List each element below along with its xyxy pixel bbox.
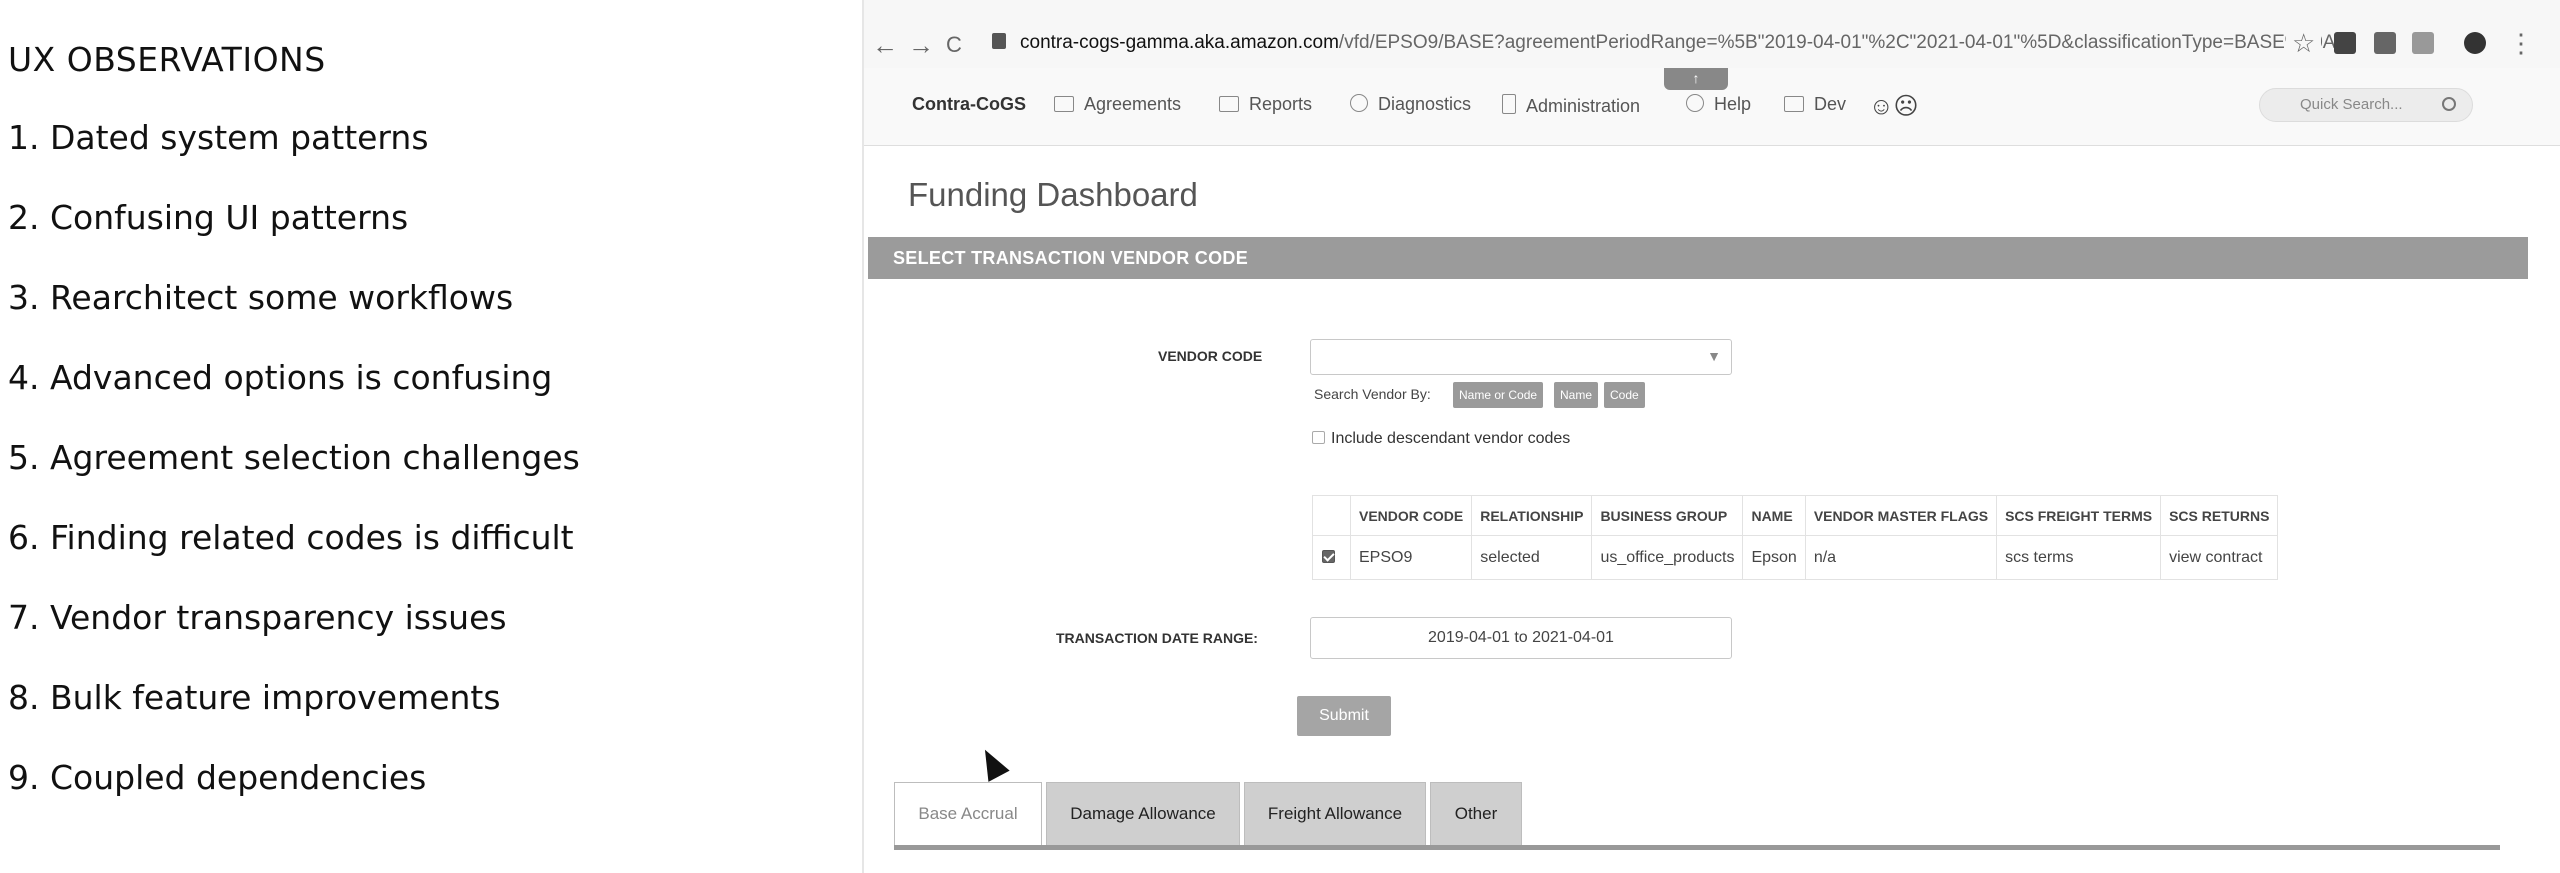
vendor-code-select[interactable]: ▼ xyxy=(1310,339,1732,375)
date-range-input[interactable]: 2019-04-01 to 2021-04-01 xyxy=(1310,617,1732,659)
table-header-row: VENDOR CODE RELATIONSHIP BUSINESS GROUP … xyxy=(1312,495,2279,536)
observation-item: 5. Agreement selection challenges xyxy=(8,438,580,477)
help-icon xyxy=(1686,94,1704,112)
observation-item: 7. Vendor transparency issues xyxy=(8,598,507,637)
column-header[interactable]: VENDOR CODE xyxy=(1349,495,1473,536)
url-path: /vfd/EPSO9/BASE?agreementPeriodRange=%5B… xyxy=(1338,32,2352,53)
bookmark-star-icon[interactable]: ☆ xyxy=(2286,28,2322,58)
forward-button[interactable]: → xyxy=(908,30,934,60)
tab-base-accrual[interactable]: Base Accrual xyxy=(894,782,1042,846)
submit-button[interactable]: Submit xyxy=(1297,696,1391,736)
tab-other[interactable]: Other xyxy=(1430,782,1522,846)
reports-icon xyxy=(1219,96,1239,112)
feedback-icons[interactable]: ☺☹ xyxy=(1869,92,1919,121)
observation-item: 2. Confusing UI patterns xyxy=(8,198,409,237)
nav-label: Dev xyxy=(1814,94,1847,114)
row-select-cell[interactable] xyxy=(1312,535,1351,580)
search-placeholder: Quick Search... xyxy=(2300,96,2403,113)
search-by-code-button[interactable]: Code xyxy=(1604,382,1645,408)
include-descendants-checkbox[interactable] xyxy=(1312,431,1325,444)
app-nav-bar: ↑ Contra-CoGS Agreements Reports Diagnos… xyxy=(864,68,2560,146)
include-descendants-label: Include descendant vendor codes xyxy=(1331,430,1571,447)
nav-administration[interactable]: Administration xyxy=(1502,94,1640,117)
table-cell: selected xyxy=(1471,535,1593,580)
url-domain: contra-cogs-gamma.aka.amazon.com xyxy=(1020,32,1339,53)
mouse-cursor-icon xyxy=(974,744,1010,782)
profile-icon[interactable] xyxy=(2464,32,2486,54)
search-by-name-button[interactable]: Name xyxy=(1554,382,1599,408)
nav-label: Reports xyxy=(1249,94,1313,114)
document-icon xyxy=(1054,96,1074,112)
ux-observations-panel: UX OBSERVATIONS 1. Dated system patterns… xyxy=(8,36,828,834)
table-cell: n/a xyxy=(1804,535,1998,580)
vendor-code-label: VENDOR CODE xyxy=(1158,348,1263,364)
observation-item: 9. Coupled dependencies xyxy=(8,758,427,797)
observation-item: 3. Rearchitect some workflows xyxy=(8,278,514,317)
table-row[interactable]: EPSO9 selected us_office_products Epson … xyxy=(1312,535,2279,580)
search-icon xyxy=(2442,97,2456,111)
table-cell: EPSO9 xyxy=(1349,535,1473,580)
table-cell: scs terms xyxy=(1996,535,2162,580)
column-header[interactable]: NAME xyxy=(1742,495,1806,536)
extension-icon[interactable] xyxy=(2374,32,2396,54)
clipboard-icon xyxy=(1502,94,1516,114)
chevron-down-icon: ▼ xyxy=(1707,348,1721,364)
page-title: Funding Dashboard xyxy=(908,176,1198,213)
column-header[interactable]: BUSINESS GROUP xyxy=(1591,495,1744,536)
column-header[interactable]: RELATIONSHIP xyxy=(1471,495,1593,536)
browser-menu-icon[interactable]: ⋮ xyxy=(2508,28,2534,58)
nav-label: Diagnostics xyxy=(1378,94,1472,114)
nav-label: Help xyxy=(1714,94,1752,114)
nav-label: Agreements xyxy=(1084,94,1182,114)
nav-help[interactable]: Help xyxy=(1686,94,1751,115)
nav-label: Administration xyxy=(1526,96,1641,116)
nav-diagnostics[interactable]: Diagnostics xyxy=(1350,94,1471,115)
observation-item: 8. Bulk feature improvements xyxy=(8,678,501,717)
observation-item: 4. Advanced options is confusing xyxy=(8,358,553,397)
include-descendants-option[interactable]: Include descendant vendor codes xyxy=(1312,430,1570,448)
address-bar[interactable]: contra-cogs-gamma.aka.amazon.com/vfd/EPS… xyxy=(992,28,2560,58)
extension-icon[interactable] xyxy=(2334,32,2356,54)
extension-icon[interactable] xyxy=(2412,32,2434,54)
nav-agreements[interactable]: Agreements xyxy=(1054,94,1181,115)
stethoscope-icon xyxy=(1350,94,1368,112)
column-header-select xyxy=(1312,495,1351,536)
table-cell: Epson xyxy=(1742,535,1806,580)
tab-underline-divider xyxy=(894,845,2500,850)
nav-reports[interactable]: Reports xyxy=(1219,94,1312,115)
vendor-table: VENDOR CODE RELATIONSHIP BUSINESS GROUP … xyxy=(1312,495,2279,580)
row-checkbox[interactable] xyxy=(1322,549,1335,563)
observations-title: UX OBSERVATIONS xyxy=(8,40,326,79)
observation-item: 6. Finding related codes is difficult xyxy=(8,518,574,557)
back-button[interactable]: ← xyxy=(872,30,898,60)
browser-window: ← → C contra-cogs-gamma.aka.amazon.com/v… xyxy=(862,0,2560,873)
view-contract-link[interactable]: view contract xyxy=(2160,535,2279,580)
keyboard-icon xyxy=(1784,96,1804,112)
observation-item: 1. Dated system patterns xyxy=(8,118,429,157)
nav-dev[interactable]: Dev xyxy=(1784,94,1846,115)
table-cell: us_office_products xyxy=(1591,535,1744,580)
section-header: SELECT TRANSACTION VENDOR CODE xyxy=(868,237,2528,279)
column-header[interactable]: SCS RETURNS xyxy=(2160,495,2279,536)
nav-tooltip-tab: ↑ xyxy=(1664,68,1728,90)
date-range-label: TRANSACTION DATE RANGE: xyxy=(1056,630,1258,646)
quick-search-input[interactable]: Quick Search... xyxy=(2259,88,2473,122)
tab-freight-allowance[interactable]: Freight Allowance xyxy=(1244,782,1426,846)
lock-icon xyxy=(992,33,1006,49)
column-header[interactable]: VENDOR MASTER FLAGS xyxy=(1804,495,1998,536)
column-header[interactable]: SCS FREIGHT TERMS xyxy=(1996,495,2162,536)
reload-button[interactable]: C xyxy=(946,30,962,60)
tab-damage-allowance[interactable]: Damage Allowance xyxy=(1046,782,1240,846)
search-vendor-by-label: Search Vendor By: xyxy=(1314,386,1431,402)
brand-logo[interactable]: Contra-CoGS xyxy=(912,94,1026,115)
search-by-name-or-code-button[interactable]: Name or Code xyxy=(1453,382,1544,408)
